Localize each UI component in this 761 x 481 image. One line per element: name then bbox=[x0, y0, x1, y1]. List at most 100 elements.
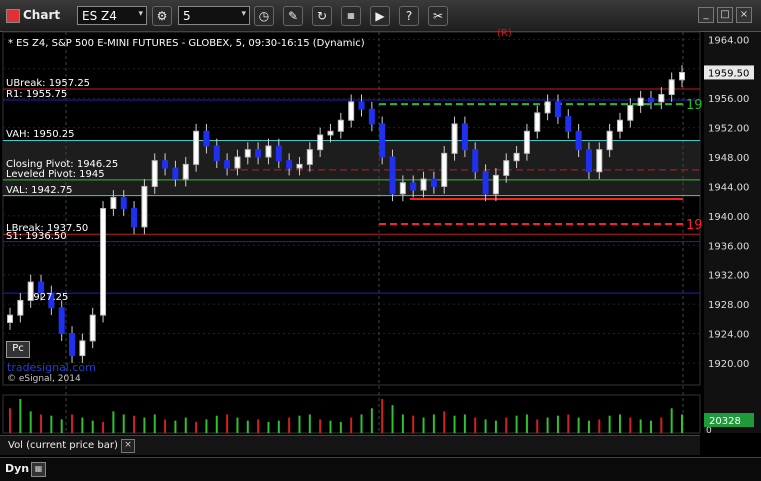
volume-bar bbox=[567, 414, 570, 433]
candle-body bbox=[492, 174, 499, 195]
candle-body bbox=[141, 185, 148, 228]
price-plot-area[interactable] bbox=[2, 31, 701, 386]
price-tick-label: 1924.00 bbox=[708, 330, 749, 341]
candle-body bbox=[286, 160, 293, 169]
watermark-copyright: © eSignal, 2014 bbox=[7, 374, 81, 384]
candle-body bbox=[213, 145, 220, 162]
price-tick-label: 1944.00 bbox=[708, 182, 749, 193]
volume-bar bbox=[370, 408, 373, 433]
candle-body bbox=[523, 130, 530, 154]
volume-bar bbox=[277, 420, 280, 433]
level-label: R1: 1955.75 bbox=[6, 89, 68, 101]
time-axis-bar: Dyn ▦ bbox=[0, 457, 761, 481]
calendar-icon[interactable]: ▦ bbox=[31, 462, 46, 477]
volume-bar bbox=[267, 421, 270, 433]
volume-bar bbox=[133, 415, 136, 433]
candle-body bbox=[17, 299, 24, 316]
candle-body bbox=[193, 130, 200, 165]
candle-body bbox=[358, 101, 365, 110]
candle-body bbox=[420, 178, 427, 191]
volume-bar bbox=[391, 405, 394, 433]
candle-body bbox=[327, 130, 334, 136]
close-icon[interactable]: × bbox=[121, 439, 135, 453]
candle-body bbox=[575, 130, 582, 151]
pc-badge[interactable]: Pc bbox=[6, 341, 30, 358]
volume-bar bbox=[494, 420, 497, 433]
volume-bar bbox=[536, 419, 539, 433]
volume-bar bbox=[91, 420, 94, 433]
volume-bar bbox=[546, 417, 549, 433]
volume-bar bbox=[360, 414, 363, 433]
volume-bar bbox=[401, 414, 404, 433]
watermark-site: tradesignal.com bbox=[7, 361, 96, 374]
volume-bar bbox=[649, 420, 652, 433]
candle-body bbox=[244, 149, 251, 158]
price-tick-label: 1956.00 bbox=[708, 94, 749, 105]
candle-body bbox=[348, 101, 355, 121]
candle-body bbox=[637, 97, 644, 107]
candle-body bbox=[182, 163, 189, 180]
candle-body bbox=[58, 307, 65, 335]
candle-body bbox=[647, 97, 654, 103]
candle-body bbox=[451, 123, 458, 154]
price-tick-label: 1952.00 bbox=[708, 124, 749, 135]
volume-bar bbox=[484, 419, 487, 433]
volume-bar bbox=[308, 414, 311, 433]
candle-body bbox=[224, 160, 231, 169]
candle-body bbox=[513, 152, 520, 162]
price-tick-label: 1920.00 bbox=[708, 359, 749, 370]
volume-panel-header: Vol (current price bar) × bbox=[0, 435, 700, 455]
candle-body bbox=[7, 314, 13, 323]
volume-bar bbox=[525, 414, 528, 433]
volume-bar bbox=[681, 414, 683, 433]
volume-bar bbox=[195, 421, 198, 433]
r-marker: (R) bbox=[497, 28, 512, 39]
candle-body bbox=[627, 105, 634, 121]
volume-bar bbox=[143, 417, 146, 433]
dyn-label[interactable]: Dyn bbox=[5, 462, 29, 475]
volume-bar bbox=[205, 419, 208, 433]
volume-bar bbox=[40, 414, 43, 433]
candle-body bbox=[544, 101, 551, 114]
volume-bar bbox=[381, 399, 384, 433]
volume-bar bbox=[556, 415, 559, 433]
candle-body bbox=[275, 145, 282, 162]
volume-bar bbox=[339, 421, 342, 433]
price-tick-label: 1948.00 bbox=[708, 153, 749, 164]
level-marker-label: 19 bbox=[686, 218, 703, 233]
candle-body bbox=[596, 149, 603, 173]
candle-body bbox=[606, 130, 613, 151]
candle-body bbox=[162, 160, 169, 169]
volume-bar bbox=[71, 414, 74, 433]
volume-bar bbox=[215, 415, 218, 433]
volume-bar bbox=[60, 419, 63, 433]
candle-body bbox=[265, 145, 272, 158]
current-price-label: 1959.50 bbox=[708, 68, 749, 79]
candle-body bbox=[668, 79, 675, 96]
volume-bar bbox=[19, 399, 22, 433]
candle-body bbox=[131, 208, 138, 228]
volume-bar bbox=[226, 414, 229, 433]
candle-body bbox=[89, 314, 96, 342]
volume-bar bbox=[443, 411, 446, 433]
volume-bar bbox=[164, 419, 167, 433]
candle-body bbox=[679, 71, 685, 81]
candle-body bbox=[296, 163, 303, 169]
candle-body bbox=[616, 119, 623, 132]
volume-bar bbox=[112, 411, 115, 433]
candle-body bbox=[69, 333, 76, 357]
volume-bar bbox=[453, 415, 456, 433]
volume-bar bbox=[122, 414, 125, 433]
candle-body bbox=[234, 156, 241, 169]
volume-value-label: 20328 bbox=[709, 416, 741, 427]
volume-axis-label: 0 bbox=[706, 426, 712, 436]
price-chart[interactable]: 1920.00 1924.00 1928.00 1932.00 1936.00 1940.… bbox=[0, 0, 761, 481]
volume-bar bbox=[515, 415, 518, 433]
volume-bar bbox=[288, 417, 291, 433]
candle-body bbox=[399, 182, 406, 195]
candle-body bbox=[482, 171, 489, 195]
candle-body bbox=[120, 196, 127, 209]
volume-bar bbox=[660, 417, 663, 433]
candle-body bbox=[337, 119, 344, 132]
volume-bar bbox=[577, 417, 580, 433]
